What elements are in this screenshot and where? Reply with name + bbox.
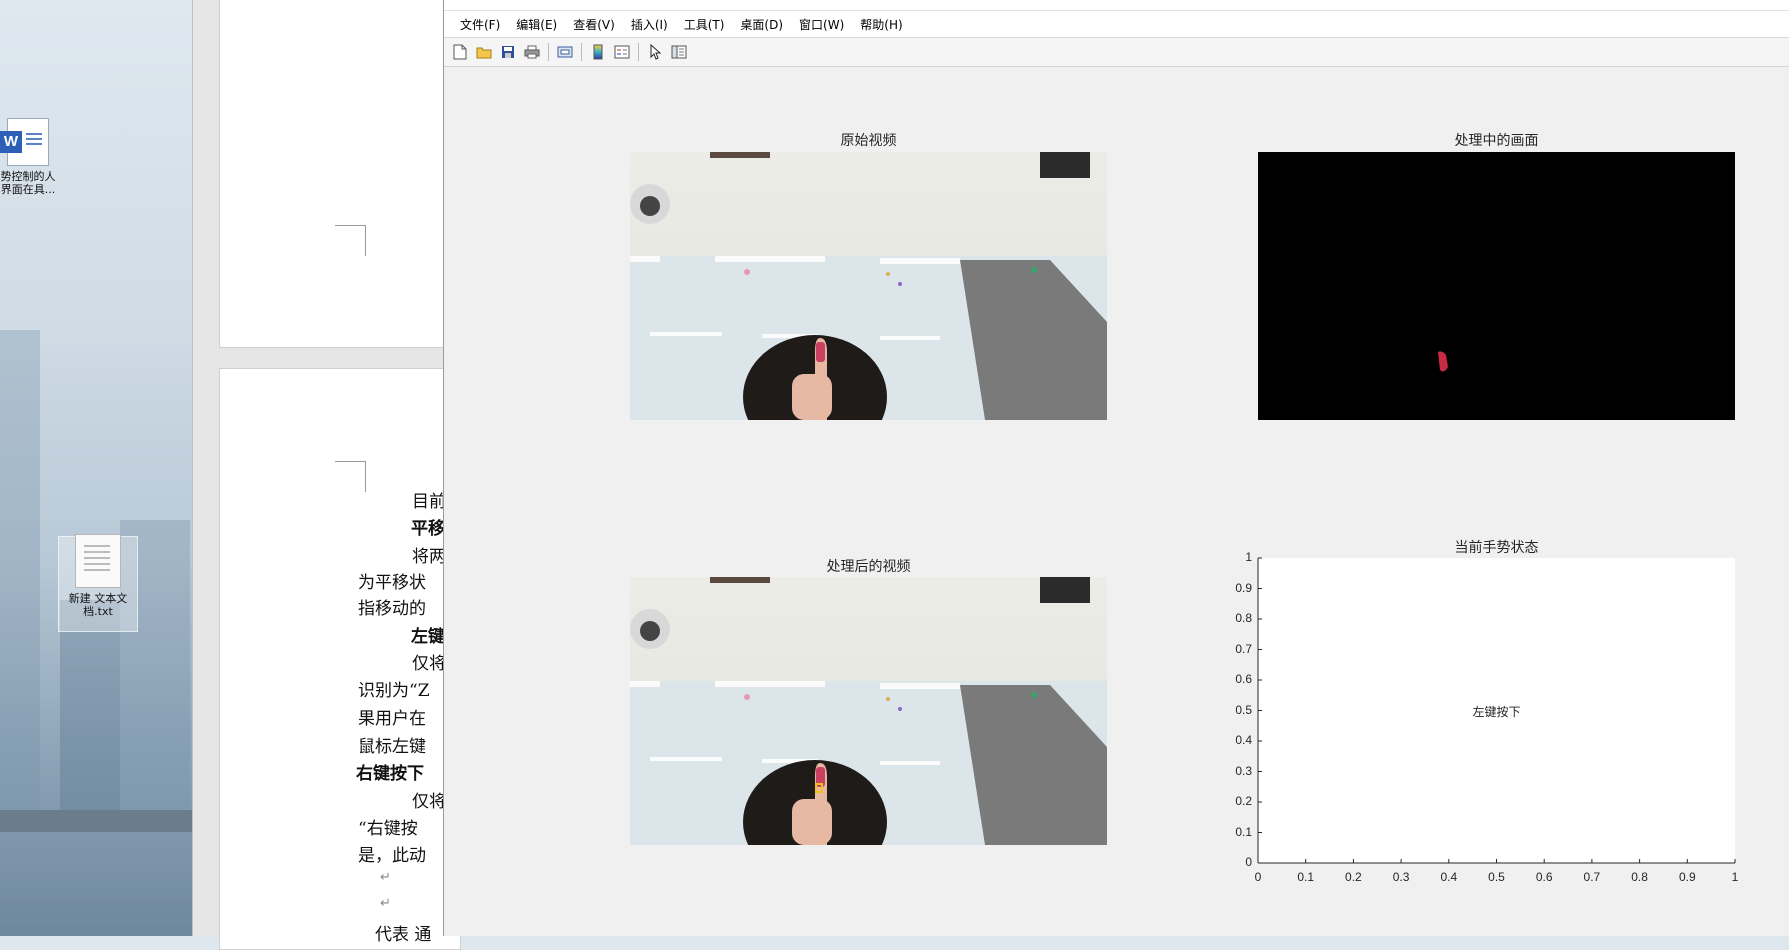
x-tick-label: 1 xyxy=(1731,870,1739,884)
x-tick-label: 0.8 xyxy=(1631,870,1648,884)
y-tick-label: 0.4 xyxy=(1235,733,1252,747)
x-tick-label: 0.9 xyxy=(1678,870,1696,884)
document-line: 鼠标左键 xyxy=(358,737,426,757)
paragraph-mark: ↵ xyxy=(380,896,391,911)
x-tick-label: 0 xyxy=(1254,870,1262,884)
background-building xyxy=(0,330,40,830)
window-titlebar[interactable] xyxy=(444,0,1789,11)
axes-title-processed-video: 处理后的视频 xyxy=(826,559,911,575)
new-icon[interactable] xyxy=(450,42,470,62)
y-tick-label: 0.7 xyxy=(1235,641,1252,656)
document-line: 果用户在 xyxy=(358,709,426,729)
desktop-icon-label: 势控制的人 xyxy=(0,170,56,183)
document-area[interactable]: 目前 平移 将两 为平移状 指移动的 左键 仅将 识别为“Z 果用户在 鼠标左键 右键按下 仅将 “右键… xyxy=(192,0,461,950)
toolbar-separator xyxy=(581,43,582,61)
document-line: “右键按 xyxy=(358,819,418,839)
menu-file[interactable]: 文件(F) xyxy=(452,16,508,33)
legend-icon[interactable] xyxy=(612,42,632,62)
x-tick-label: 0.1 xyxy=(1297,870,1315,884)
desktop-background: W 势控制的人 界面在具... 新建 文本文 档.txt xyxy=(0,0,192,936)
document-line: 左键 xyxy=(411,627,445,647)
word-document-icon: W xyxy=(0,118,49,166)
desktop-icon-label: 档.txt xyxy=(83,605,113,618)
page-margin-corner xyxy=(335,225,366,256)
y-tick-label: 0.6 xyxy=(1235,672,1252,686)
document-line: 将两 xyxy=(412,547,446,567)
desktop-icon-word-doc[interactable]: W 势控制的人 界面在具... xyxy=(0,118,68,196)
y-tick-label: 0.3 xyxy=(1235,763,1252,778)
x-tick-label: 0.2 xyxy=(1345,870,1362,884)
document-line: 仅将 xyxy=(412,654,446,674)
desktop-icon-label: 新建 文本文 xyxy=(68,592,128,605)
menu-view[interactable]: 查看(V) xyxy=(565,16,623,33)
document-line: 平移 xyxy=(411,519,445,539)
colorbar-icon[interactable] xyxy=(588,42,608,62)
document-page xyxy=(219,0,461,348)
gesture-status-text: 左键按下 xyxy=(1472,704,1521,719)
x-tick-label: 0.5 xyxy=(1488,870,1505,884)
y-tick-label: 0.9 xyxy=(1235,580,1252,595)
desktop-icon-label: 界面在具... xyxy=(0,183,56,196)
x-tick-label: 0.6 xyxy=(1535,870,1553,884)
axes-title-original-video: 原始视频 xyxy=(840,133,897,149)
document-line: 目前 xyxy=(412,492,446,512)
matlab-figure-window: 文件(F) 编辑(E) 查看(V) 插入(I) 工具(T) 桌面(D) 窗口(W… xyxy=(443,0,1789,936)
axes-title-processing: 处理中的画面 xyxy=(1454,133,1539,149)
text-file-icon xyxy=(75,534,121,588)
x-tick-label: 0.4 xyxy=(1440,870,1458,884)
y-tick-label: 1 xyxy=(1245,550,1252,564)
document-line: 是，此动 xyxy=(358,846,426,866)
background-building xyxy=(60,600,120,820)
y-tick-label: 0.5 xyxy=(1235,702,1252,717)
menu-desktop[interactable]: 桌面(D) xyxy=(732,16,791,33)
pointer-icon[interactable] xyxy=(645,42,665,62)
paragraph-mark: ↵ xyxy=(380,870,391,885)
menu-insert[interactable]: 插入(I) xyxy=(623,16,676,33)
open-icon[interactable] xyxy=(474,42,494,62)
document-line: 仅将 xyxy=(412,792,446,812)
menu-tools[interactable]: 工具(T) xyxy=(676,16,733,33)
x-tick-label: 0.7 xyxy=(1583,870,1601,884)
document-line: 为平移状 xyxy=(358,573,426,593)
y-tick-label: 0.1 xyxy=(1235,824,1252,839)
y-tick-label: 0.8 xyxy=(1235,611,1252,625)
x-tick-label: 0.3 xyxy=(1392,870,1410,884)
figure-toolbar xyxy=(444,38,1789,67)
original-video-frame xyxy=(630,152,1107,420)
document-line: 右键按下 xyxy=(356,764,424,784)
toolbar-separator xyxy=(638,43,639,61)
page-margin-corner xyxy=(335,461,366,492)
menu-edit[interactable]: 编辑(E) xyxy=(508,16,565,33)
menu-window[interactable]: 窗口(W) xyxy=(791,16,852,33)
menu-bar: 文件(F) 编辑(E) 查看(V) 插入(I) 工具(T) 桌面(D) 窗口(W… xyxy=(444,11,1789,38)
taskbar-strip xyxy=(0,810,192,832)
document-line: 代表 通 xyxy=(375,925,432,945)
save-icon[interactable] xyxy=(498,42,518,62)
print-preview-icon[interactable] xyxy=(555,42,575,62)
processed-video-frame xyxy=(630,577,1107,845)
y-tick-label: 0 xyxy=(1245,855,1252,869)
toolbar-separator xyxy=(548,43,549,61)
document-line: 识别为“Z xyxy=(358,681,430,701)
print-icon[interactable] xyxy=(522,42,542,62)
menu-help[interactable]: 帮助(H) xyxy=(852,16,910,33)
property-editor-icon[interactable] xyxy=(669,42,689,62)
y-tick-label: 0.2 xyxy=(1235,794,1252,808)
document-line: 指移动的 xyxy=(358,599,426,619)
processing-mask-frame xyxy=(1258,152,1735,420)
desktop-icon-text-file[interactable]: 新建 文本文 档.txt xyxy=(58,534,138,618)
